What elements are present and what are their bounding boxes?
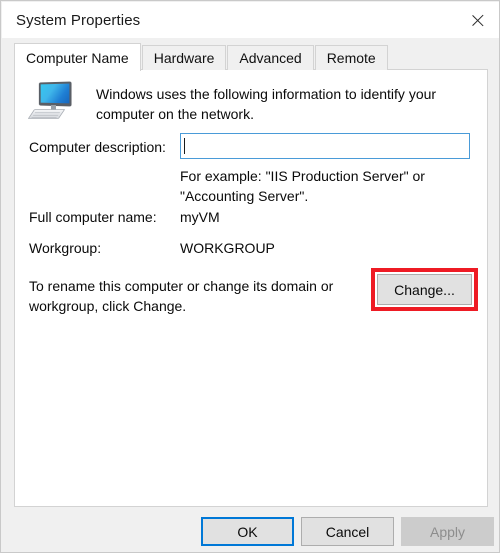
rename-instructions: To rename this computer or change its do…	[29, 276, 359, 316]
close-button[interactable]	[455, 2, 499, 38]
title-bar: System Properties	[2, 2, 499, 38]
intro-line-2: computer on the network.	[96, 106, 254, 122]
intro-text: Windows uses the following information t…	[96, 81, 436, 124]
ok-button[interactable]: OK	[201, 517, 294, 546]
tab-computer-name-label: Computer Name	[26, 49, 129, 66]
text-caret	[184, 138, 185, 154]
full-computer-name-label: Full computer name:	[29, 209, 157, 225]
tab-remote[interactable]: Remote	[314, 45, 388, 70]
tab-hardware[interactable]: Hardware	[141, 45, 227, 70]
workgroup-label: Workgroup:	[29, 240, 102, 256]
hint-line-2: "Accounting Server".	[180, 188, 309, 204]
computer-name-panel: Windows uses the following information t…	[14, 69, 488, 507]
monitor-screen	[40, 83, 70, 103]
tab-hardware-label: Hardware	[153, 50, 215, 66]
close-icon	[470, 13, 485, 28]
tab-strip: Computer Name Hardware Advanced Remote	[14, 43, 389, 71]
computer-description-hint: For example: "IIS Production Server" or …	[180, 166, 425, 206]
computer-description-label: Computer description:	[29, 139, 166, 155]
change-button[interactable]: Change...	[377, 274, 472, 305]
apply-button[interactable]: Apply	[401, 517, 494, 546]
window-title: System Properties	[16, 11, 141, 29]
cancel-button[interactable]: Cancel	[301, 517, 394, 546]
rename-line-1: To rename this computer or change its do…	[29, 278, 334, 294]
full-computer-name-value: myVM	[180, 209, 220, 225]
tab-advanced[interactable]: Advanced	[227, 45, 314, 70]
system-properties-dialog: System Properties Computer Name Hardware…	[0, 0, 500, 553]
computer-description-input[interactable]	[180, 133, 470, 159]
tab-computer-name[interactable]: Computer Name	[14, 43, 141, 71]
tab-remote-label: Remote	[326, 50, 376, 66]
intro-line-1: Windows uses the following information t…	[96, 86, 437, 102]
workgroup-value: WORKGROUP	[180, 240, 275, 256]
hint-line-1: For example: "IIS Production Server" or	[180, 168, 425, 184]
monitor-body	[38, 81, 72, 107]
computer-monitor-icon	[27, 81, 77, 123]
intro-block: Windows uses the following information t…	[27, 81, 475, 124]
rename-line-2: workgroup, click Change.	[29, 298, 187, 314]
keyboard-icon	[27, 109, 66, 119]
tab-advanced-label: Advanced	[239, 50, 302, 66]
